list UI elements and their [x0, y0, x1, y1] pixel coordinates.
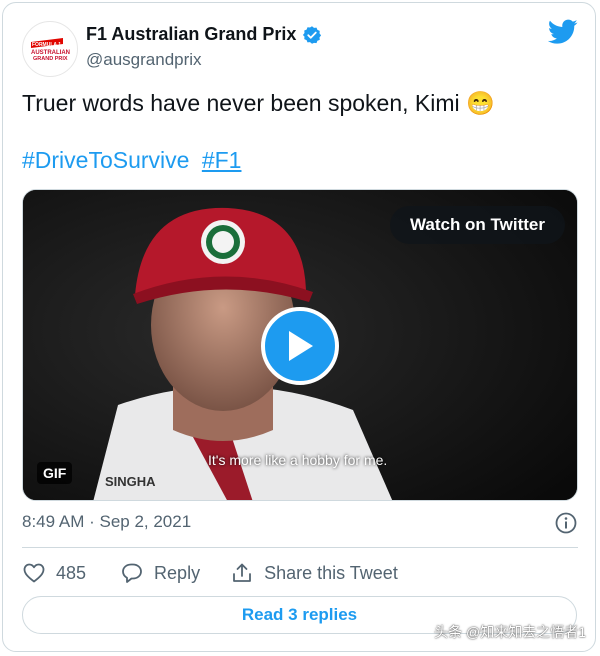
author-name-label: F1 Australian Grand Prix	[86, 24, 297, 44]
verified-badge-icon	[303, 25, 322, 44]
share-upload-icon	[233, 563, 251, 582]
watch-on-twitter-button[interactable]: Watch on Twitter	[389, 206, 565, 244]
hashtag-f1[interactable]: #F1	[202, 147, 242, 173]
tweet-text-content: Truer words have never been spoken, Kimi	[22, 90, 460, 116]
f1-australian-gp-logo: FORMULA 1 AUSTRALIAN GRAND PRIX	[29, 34, 71, 64]
info-icon[interactable]	[554, 511, 578, 535]
svg-text:FORMULA 1: FORMULA 1	[32, 42, 61, 48]
share-label: Share this Tweet	[264, 562, 398, 583]
watermark: 头条 @知来知去之悟者1	[434, 624, 586, 640]
twitter-bird-icon[interactable]	[548, 19, 578, 45]
hashtag-drivetosurvive[interactable]: #DriveToSurvive	[22, 147, 189, 173]
tweet-text: Truer words have never been spoken, Kimi…	[22, 90, 495, 117]
reply-bubble-icon	[122, 563, 142, 583]
author-handle[interactable]: @ausgrandprix	[86, 50, 202, 70]
jersey-sponsor-text: SINGHA	[105, 474, 156, 489]
like-count: 485	[56, 562, 87, 583]
svg-text:GRAND PRIX: GRAND PRIX	[33, 56, 68, 62]
hashtags: #DriveToSurvive #F1	[22, 147, 247, 174]
grin-emoji-icon: 😁	[466, 90, 495, 116]
video-subtitle: It's more like a hobby for me.	[208, 452, 388, 468]
play-button[interactable]	[261, 307, 339, 385]
like-button[interactable]: 485	[22, 561, 86, 585]
video-media[interactable]: Watch on Twitter It's more like a hobby …	[22, 189, 578, 501]
tweet-timestamp[interactable]: 8:49 AM · Sep 2, 2021	[22, 512, 191, 532]
action-bar: 485 Reply Share this Tweet	[22, 561, 398, 585]
share-button[interactable]: Share this Tweet	[230, 561, 398, 585]
divider	[22, 547, 578, 548]
author-name[interactable]: F1 Australian Grand Prix	[86, 24, 322, 45]
gif-badge: GIF	[37, 462, 73, 484]
reply-label: Reply	[154, 562, 201, 583]
play-icon	[289, 331, 313, 361]
heart-icon	[23, 563, 45, 583]
reply-button[interactable]: Reply	[120, 561, 200, 585]
avatar[interactable]: FORMULA 1 AUSTRALIAN GRAND PRIX	[22, 21, 78, 77]
